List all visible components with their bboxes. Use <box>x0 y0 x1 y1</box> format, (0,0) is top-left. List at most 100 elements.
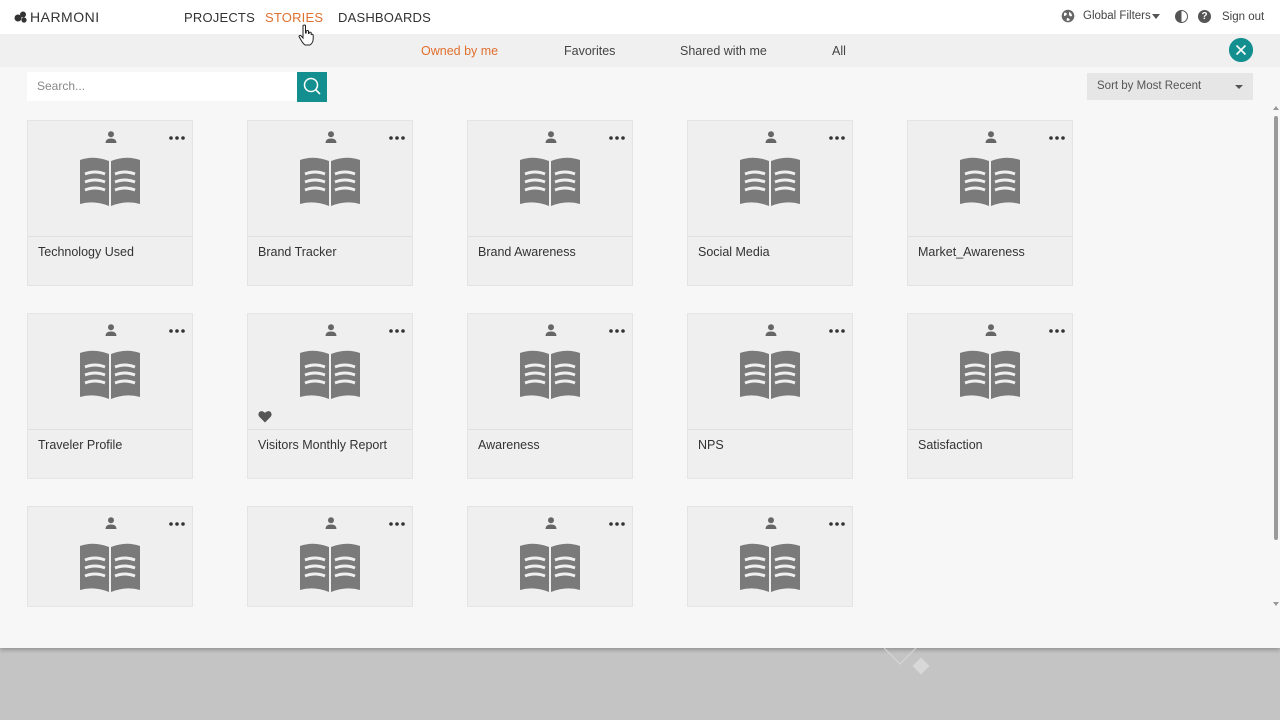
scroll-thumb[interactable] <box>1274 116 1278 540</box>
more-options-icon[interactable] <box>169 136 185 140</box>
more-options-icon[interactable] <box>1049 136 1065 140</box>
book-icon <box>960 157 1020 206</box>
tab-favorites[interactable]: Favorites <box>564 44 615 58</box>
tab-all[interactable]: All <box>832 44 846 58</box>
search-input[interactable]: Search... <box>27 72 297 101</box>
story-thumbnail <box>908 121 1072 237</box>
story-thumbnail <box>688 314 852 430</box>
story-card-title: Technology Used <box>38 245 134 259</box>
sort-dropdown-label: Sort by Most Recent <box>1097 80 1202 92</box>
more-options-icon[interactable] <box>1049 329 1065 333</box>
story-card[interactable]: Market_Awareness <box>907 120 1073 286</box>
book-icon <box>80 543 140 592</box>
story-thumbnail <box>688 507 852 606</box>
user-icon <box>765 131 777 143</box>
story-card-title: Traveler Profile <box>38 438 123 452</box>
story-card[interactable]: Brand Awareness <box>467 120 633 286</box>
more-options-icon[interactable] <box>829 136 845 140</box>
more-options-icon[interactable] <box>389 136 405 140</box>
more-options-icon[interactable] <box>609 329 625 333</box>
story-thumbnail <box>248 507 412 606</box>
story-thumbnail <box>908 314 1072 430</box>
user-icon <box>545 131 557 143</box>
more-options-icon[interactable] <box>609 136 625 140</box>
search-button[interactable] <box>297 72 327 102</box>
story-card-title: NPS <box>698 438 724 452</box>
story-card[interactable]: Brand Tracker <box>247 120 413 286</box>
book-icon <box>520 157 580 206</box>
story-thumbnail <box>468 121 632 237</box>
user-icon <box>105 517 117 529</box>
top-navigation-bar: HARMONI PROJECTS STORIES DASHBOARDS Glob… <box>0 0 1280 34</box>
story-card[interactable]: Visitors Monthly Report <box>247 313 413 479</box>
book-icon <box>740 350 800 399</box>
contrast-icon[interactable] <box>1175 10 1188 23</box>
story-thumbnail <box>688 121 852 237</box>
nav-projects[interactable]: PROJECTS <box>184 10 255 25</box>
decorative-shape <box>884 648 930 675</box>
story-card-title: Awareness <box>478 438 540 452</box>
story-card[interactable] <box>467 506 633 607</box>
chevron-down-icon[interactable] <box>1152 14 1160 19</box>
logo-text: HARMONI <box>30 9 100 25</box>
story-card[interactable] <box>687 506 853 607</box>
book-icon <box>80 157 140 206</box>
user-icon <box>545 324 557 336</box>
more-options-icon[interactable] <box>609 522 625 526</box>
more-options-icon[interactable] <box>169 329 185 333</box>
story-card-title: Visitors Monthly Report <box>258 438 387 452</box>
user-icon <box>325 131 337 143</box>
globe-icon[interactable] <box>1061 9 1075 23</box>
story-card[interactable]: Awareness <box>467 313 633 479</box>
user-icon <box>545 517 557 529</box>
more-options-icon[interactable] <box>389 522 405 526</box>
more-options-icon[interactable] <box>389 329 405 333</box>
user-icon <box>765 324 777 336</box>
help-icon[interactable]: ? <box>1198 10 1211 23</box>
book-icon <box>300 543 360 592</box>
user-icon <box>765 517 777 529</box>
more-options-icon[interactable] <box>169 522 185 526</box>
tab-shared-with-me[interactable]: Shared with me <box>680 44 767 58</box>
story-card[interactable] <box>27 506 193 607</box>
logo-mark-icon <box>14 11 27 23</box>
story-card-title: Brand Awareness <box>478 245 576 259</box>
story-card[interactable]: Satisfaction <box>907 313 1073 479</box>
user-icon <box>105 324 117 336</box>
sign-out-link[interactable]: Sign out <box>1222 11 1264 23</box>
more-options-icon[interactable] <box>829 329 845 333</box>
story-card-title: Social Media <box>698 245 770 259</box>
story-card[interactable]: Traveler Profile <box>27 313 193 479</box>
tab-owned-by-me[interactable]: Owned by me <box>421 44 498 58</box>
scroll-down-arrow-icon[interactable] <box>1273 602 1279 606</box>
book-icon <box>80 350 140 399</box>
book-icon <box>740 157 800 206</box>
nav-dashboards[interactable]: DASHBOARDS <box>338 10 431 25</box>
story-card-title: Brand Tracker <box>258 245 337 259</box>
sort-dropdown[interactable]: Sort by Most Recent <box>1087 73 1253 100</box>
logo[interactable]: HARMONI <box>14 9 100 25</box>
story-thumbnail <box>248 121 412 237</box>
story-filter-tabs: Owned by me Favorites Shared with me All <box>0 34 1280 67</box>
hand-cursor-icon <box>298 24 314 46</box>
global-filters-dropdown[interactable]: Global Filters <box>1083 10 1151 22</box>
story-card[interactable]: Social Media <box>687 120 853 286</box>
story-card[interactable]: NPS <box>687 313 853 479</box>
story-thumbnail <box>28 507 192 606</box>
user-icon <box>325 517 337 529</box>
nav-stories[interactable]: STORIES <box>265 10 323 25</box>
scroll-up-arrow-icon[interactable] <box>1273 106 1279 110</box>
story-card[interactable]: Technology Used <box>27 120 193 286</box>
more-options-icon[interactable] <box>829 522 845 526</box>
story-thumbnail <box>248 314 412 430</box>
user-icon <box>985 131 997 143</box>
favorite-heart-icon[interactable] <box>258 410 272 423</box>
book-icon <box>740 543 800 592</box>
book-icon <box>300 157 360 206</box>
story-thumbnail <box>28 121 192 237</box>
story-card[interactable] <box>247 506 413 607</box>
user-icon <box>105 131 117 143</box>
user-icon <box>325 324 337 336</box>
close-icon[interactable] <box>1229 38 1253 62</box>
scrollbar[interactable] <box>1272 104 1280 608</box>
